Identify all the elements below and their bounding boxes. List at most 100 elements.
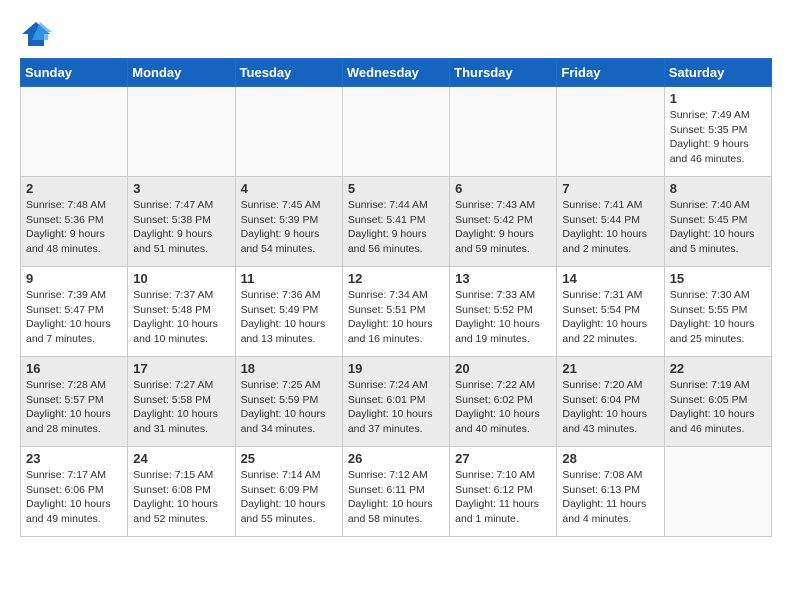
day-number: 4 (241, 181, 337, 196)
day-info: Sunrise: 7:17 AMSunset: 6:06 PMDaylight:… (26, 468, 122, 527)
calendar-day-cell: 22 Sunrise: 7:19 AMSunset: 6:05 PMDayligh… (664, 357, 771, 447)
day-number: 9 (26, 271, 122, 286)
calendar-day-cell: 27 Sunrise: 7:10 AMSunset: 6:12 PMDayligh… (450, 447, 557, 537)
calendar-day-cell: 9Sunrise: 7:39 AMSunset: 5:47 PMDaylight… (21, 267, 128, 357)
day-number: 12 (348, 271, 444, 286)
day-info: Sunrise: 7:27 AMSunset: 5:58 PMDaylight:… (133, 378, 229, 437)
day-number: 28 (562, 451, 658, 466)
day-number: 27 (455, 451, 551, 466)
day-info: Sunrise: 7:47 AMSunset: 5:38 PMDaylight:… (133, 198, 229, 257)
day-info: Sunrise: 7:12 AMSunset: 6:11 PMDaylight:… (348, 468, 444, 527)
calendar-day-cell: 15 Sunrise: 7:30 AMSunset: 5:55 PMDayligh… (664, 267, 771, 357)
day-number: 3 (133, 181, 229, 196)
day-number: 1 (670, 91, 766, 106)
day-number: 13 (455, 271, 551, 286)
day-number: 21 (562, 361, 658, 376)
day-number: 11 (241, 271, 337, 286)
day-info: Sunrise: 7:20 AMSunset: 6:04 PMDaylight:… (562, 378, 658, 437)
weekday-header: Wednesday (342, 59, 449, 87)
calendar-day-cell: 8 Sunrise: 7:40 AMSunset: 5:45 PMDaylight… (664, 177, 771, 267)
day-number: 24 (133, 451, 229, 466)
weekday-header: Tuesday (235, 59, 342, 87)
day-number: 5 (348, 181, 444, 196)
day-number: 22 (670, 361, 766, 376)
day-info: Sunrise: 7:43 AMSunset: 5:42 PMDaylight:… (455, 198, 551, 257)
calendar-day-cell (450, 87, 557, 177)
calendar-day-cell: 18 Sunrise: 7:25 AMSunset: 5:59 PMDayligh… (235, 357, 342, 447)
calendar-day-cell: 6Sunrise: 7:43 AMSunset: 5:42 PMDaylight… (450, 177, 557, 267)
calendar-day-cell (557, 87, 664, 177)
calendar-week-row: 1 Sunrise: 7:49 AMSunset: 5:35 PMDaylight… (21, 87, 772, 177)
calendar-day-cell: 5 Sunrise: 7:44 AMSunset: 5:41 PMDaylight… (342, 177, 449, 267)
calendar-table: SundayMondayTuesdayWednesdayThursdayFrid… (20, 58, 772, 537)
day-info: Sunrise: 7:22 AMSunset: 6:02 PMDaylight:… (455, 378, 551, 437)
day-number: 18 (241, 361, 337, 376)
calendar-day-cell: 21 Sunrise: 7:20 AMSunset: 6:04 PMDayligh… (557, 357, 664, 447)
day-info: Sunrise: 7:19 AMSunset: 6:05 PMDaylight:… (670, 378, 766, 437)
day-info: Sunrise: 7:36 AMSunset: 5:49 PMDaylight:… (241, 288, 337, 347)
calendar-day-cell: 13 Sunrise: 7:33 AMSunset: 5:52 PMDayligh… (450, 267, 557, 357)
calendar-day-cell (128, 87, 235, 177)
day-info: Sunrise: 7:14 AMSunset: 6:09 PMDaylight:… (241, 468, 337, 527)
day-info: Sunrise: 7:28 AMSunset: 5:57 PMDaylight:… (26, 378, 122, 437)
weekday-header: Friday (557, 59, 664, 87)
day-number: 2 (26, 181, 122, 196)
day-number: 20 (455, 361, 551, 376)
calendar-week-row: 16 Sunrise: 7:28 AMSunset: 5:57 PMDayligh… (21, 357, 772, 447)
calendar-day-cell: 1 Sunrise: 7:49 AMSunset: 5:35 PMDaylight… (664, 87, 771, 177)
day-info: Sunrise: 7:08 AMSunset: 6:13 PMDaylight:… (562, 468, 658, 527)
day-info: Sunrise: 7:34 AMSunset: 5:51 PMDaylight:… (348, 288, 444, 347)
day-info: Sunrise: 7:30 AMSunset: 5:55 PMDaylight:… (670, 288, 766, 347)
day-number: 8 (670, 181, 766, 196)
day-number: 25 (241, 451, 337, 466)
calendar-day-cell: 12 Sunrise: 7:34 AMSunset: 5:51 PMDayligh… (342, 267, 449, 357)
calendar-week-row: 9Sunrise: 7:39 AMSunset: 5:47 PMDaylight… (21, 267, 772, 357)
calendar-day-cell: 19 Sunrise: 7:24 AMSunset: 6:01 PMDayligh… (342, 357, 449, 447)
calendar-week-row: 2 Sunrise: 7:48 AMSunset: 5:36 PMDaylight… (21, 177, 772, 267)
day-number: 7 (562, 181, 658, 196)
calendar-day-cell (342, 87, 449, 177)
weekday-header: Saturday (664, 59, 771, 87)
day-info: Sunrise: 7:40 AMSunset: 5:45 PMDaylight:… (670, 198, 766, 257)
calendar-day-cell: 25 Sunrise: 7:14 AMSunset: 6:09 PMDayligh… (235, 447, 342, 537)
calendar-day-cell: 26Sunrise: 7:12 AMSunset: 6:11 PMDayligh… (342, 447, 449, 537)
logo (20, 20, 56, 48)
calendar-week-row: 23 Sunrise: 7:17 AMSunset: 6:06 PMDayligh… (21, 447, 772, 537)
day-info: Sunrise: 7:45 AMSunset: 5:39 PMDaylight:… (241, 198, 337, 257)
day-number: 10 (133, 271, 229, 286)
day-info: Sunrise: 7:44 AMSunset: 5:41 PMDaylight:… (348, 198, 444, 257)
day-number: 23 (26, 451, 122, 466)
day-info: Sunrise: 7:10 AMSunset: 6:12 PMDaylight:… (455, 468, 551, 527)
day-number: 14 (562, 271, 658, 286)
day-number: 19 (348, 361, 444, 376)
day-info: Sunrise: 7:48 AMSunset: 5:36 PMDaylight:… (26, 198, 122, 257)
calendar-day-cell (235, 87, 342, 177)
calendar-day-cell: 17Sunrise: 7:27 AMSunset: 5:58 PMDayligh… (128, 357, 235, 447)
calendar-day-cell: 7 Sunrise: 7:41 AMSunset: 5:44 PMDaylight… (557, 177, 664, 267)
calendar-day-cell: 3 Sunrise: 7:47 AMSunset: 5:38 PMDaylight… (128, 177, 235, 267)
calendar-day-cell: 24 Sunrise: 7:15 AMSunset: 6:08 PMDayligh… (128, 447, 235, 537)
day-number: 15 (670, 271, 766, 286)
weekday-header: Sunday (21, 59, 128, 87)
calendar-day-cell (21, 87, 128, 177)
calendar-day-cell: 2 Sunrise: 7:48 AMSunset: 5:36 PMDaylight… (21, 177, 128, 267)
day-number: 16 (26, 361, 122, 376)
weekday-header: Thursday (450, 59, 557, 87)
day-info: Sunrise: 7:37 AMSunset: 5:48 PMDaylight:… (133, 288, 229, 347)
calendar-day-cell: 14Sunrise: 7:31 AMSunset: 5:54 PMDayligh… (557, 267, 664, 357)
day-info: Sunrise: 7:41 AMSunset: 5:44 PMDaylight:… (562, 198, 658, 257)
day-info: Sunrise: 7:25 AMSunset: 5:59 PMDaylight:… (241, 378, 337, 437)
calendar-day-cell: 28 Sunrise: 7:08 AMSunset: 6:13 PMDayligh… (557, 447, 664, 537)
day-info: Sunrise: 7:33 AMSunset: 5:52 PMDaylight:… (455, 288, 551, 347)
day-info: Sunrise: 7:49 AMSunset: 5:35 PMDaylight:… (670, 108, 766, 167)
logo-icon (20, 20, 52, 48)
weekday-header: Monday (128, 59, 235, 87)
day-info: Sunrise: 7:15 AMSunset: 6:08 PMDaylight:… (133, 468, 229, 527)
calendar-day-cell (664, 447, 771, 537)
calendar-day-cell: 4 Sunrise: 7:45 AMSunset: 5:39 PMDaylight… (235, 177, 342, 267)
calendar-day-cell: 16 Sunrise: 7:28 AMSunset: 5:57 PMDayligh… (21, 357, 128, 447)
calendar-header-row: SundayMondayTuesdayWednesdayThursdayFrid… (21, 59, 772, 87)
calendar-day-cell: 10 Sunrise: 7:37 AMSunset: 5:48 PMDayligh… (128, 267, 235, 357)
day-info: Sunrise: 7:24 AMSunset: 6:01 PMDaylight:… (348, 378, 444, 437)
page-header (20, 20, 772, 48)
